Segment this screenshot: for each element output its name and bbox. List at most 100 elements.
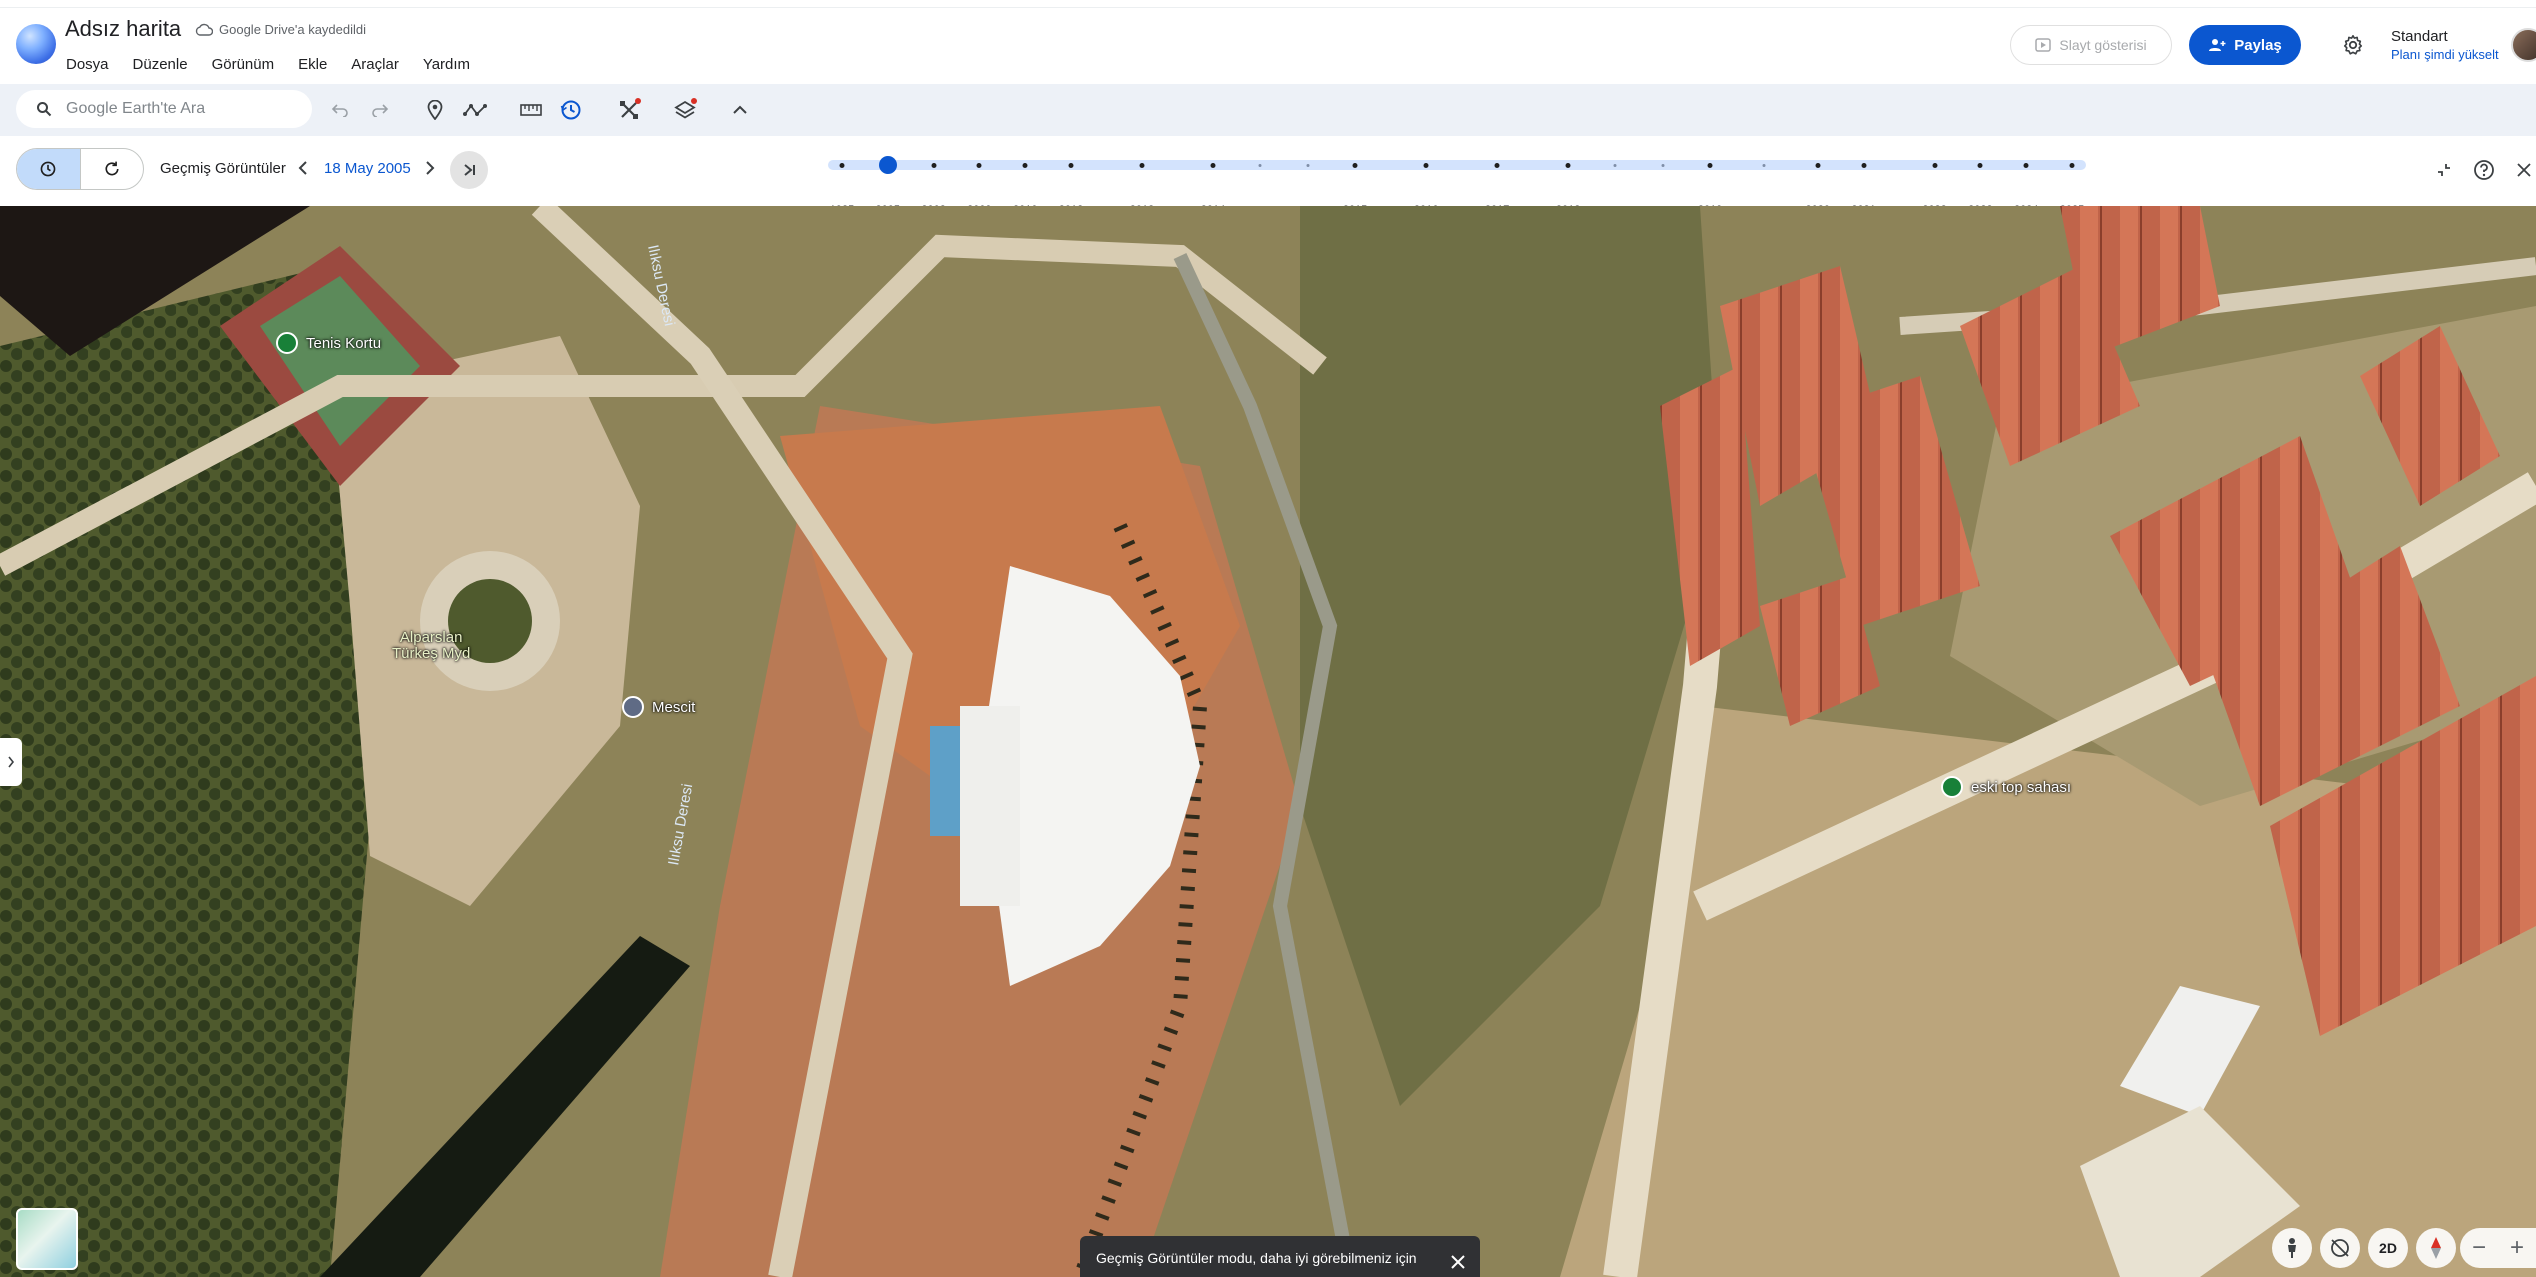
historical-mode-button[interactable] (17, 149, 80, 189)
timeline-year-dot[interactable] (1932, 163, 1938, 168)
search-icon (37, 102, 52, 117)
timeline-year-dot[interactable] (1565, 163, 1571, 168)
plan-info: Standart Planı şimdi yükselt (2391, 28, 2499, 62)
menu-help[interactable]: Yardım (423, 56, 470, 73)
close-icon[interactable] (1450, 1254, 1466, 1270)
imagery-mode-toggle (16, 148, 144, 190)
top-strip (0, 0, 2536, 8)
close-historical-button[interactable] (2512, 158, 2536, 182)
street-view-button[interactable] (2272, 1228, 2312, 1268)
timeline-minor-dot[interactable] (1306, 163, 1310, 167)
search-box (16, 90, 312, 128)
menu-tools[interactable]: Araçlar (351, 56, 399, 73)
historical-imagery-icon[interactable] (557, 96, 585, 124)
help-icon (2474, 160, 2494, 180)
settings-button[interactable] (2338, 30, 2368, 60)
timeline-minor-dot[interactable] (1762, 163, 1766, 167)
menu-bar: Dosya Düzenle Görünüm Ekle Araçlar Yardı… (66, 56, 494, 73)
upgrade-plan-link[interactable]: Planı şimdi yükselt (2391, 47, 2499, 62)
next-date-icon[interactable] (420, 158, 440, 178)
add-person-icon (2209, 39, 2226, 51)
toolbar (0, 84, 2536, 136)
timeline-handle[interactable] (878, 156, 897, 174)
slideshow-button[interactable]: Slayt gösterisi (2010, 25, 2172, 65)
drive-status-text: Google Drive'a kaydedildi (219, 22, 367, 37)
timeline-year-dot[interactable] (1139, 163, 1145, 168)
timeline-year-dot[interactable] (2023, 163, 2029, 168)
previous-date-icon[interactable] (293, 158, 313, 178)
app-header: Adsız harita Google Drive'a kaydedildi D… (0, 0, 2536, 84)
slideshow-icon (2035, 38, 2052, 52)
compass-button[interactable] (2416, 1228, 2456, 1268)
timeline-year-dot[interactable] (1423, 163, 1429, 168)
drive-save-status: Google Drive'a kaydedildi (195, 22, 366, 37)
exit-fullscreen-button[interactable] (2432, 158, 2456, 182)
timeline-minor-dot[interactable] (1613, 163, 1617, 167)
tilt-off-icon (2331, 1239, 2349, 1257)
zoom-in-button[interactable]: + (2510, 1234, 2524, 1262)
tilt-toggle-button[interactable] (2320, 1228, 2360, 1268)
google-earth-window: Adsız harita Google Drive'a kaydedildi D… (0, 0, 2536, 1277)
menu-edit[interactable]: Düzenle (133, 56, 188, 73)
redo-icon[interactable] (366, 96, 394, 124)
timeline-minor-dot[interactable] (1661, 163, 1665, 167)
park-poi[interactable]: Alparslan Türkeş Myd (392, 630, 470, 662)
search-input[interactable] (66, 100, 296, 118)
collapse-icon[interactable] (726, 96, 754, 124)
slideshow-label: Slayt gösterisi (2059, 37, 2147, 53)
timeline-year-dot[interactable] (976, 163, 982, 168)
view-2d-button[interactable]: 2D (2368, 1228, 2408, 1268)
latest-imagery-button[interactable] (450, 151, 488, 189)
timeline-year-dot[interactable] (1977, 163, 1983, 168)
chevron-right-icon (8, 756, 15, 768)
timeline-year-dot[interactable] (1022, 163, 1028, 168)
football-field-poi[interactable]: eski top sahası (1941, 776, 2071, 798)
star-pin-icon (1941, 776, 1963, 798)
pegman-icon (2288, 1238, 2296, 1258)
share-label: Paylaş (2234, 36, 2282, 54)
measure-icon[interactable] (517, 96, 545, 124)
layers-icon[interactable] (671, 96, 699, 124)
timeline-year-dot[interactable] (1815, 163, 1821, 168)
timeline-year-dot[interactable] (1068, 163, 1074, 168)
timeline-minor-dot[interactable] (1258, 163, 1262, 167)
google-earth-logo[interactable] (16, 24, 56, 64)
timeline-year-dot[interactable] (2069, 163, 2075, 168)
plan-name: Standart (2391, 28, 2448, 45)
timeline-year-dot[interactable] (1707, 163, 1713, 168)
timeline-year-dot[interactable] (839, 163, 845, 168)
tennis-court-poi[interactable]: Tenis Kortu (276, 332, 381, 354)
current-imagery-date[interactable]: 18 May 2005 (324, 160, 411, 177)
satellite-map[interactable]: Ilıksu Deresi Ilıksu Deresi Tenis Kortu … (0, 206, 2536, 1277)
add-path-icon[interactable] (461, 96, 489, 124)
zoom-controls: − + (2460, 1228, 2536, 1268)
tools-icon[interactable] (615, 96, 643, 124)
undo-icon[interactable] (326, 96, 354, 124)
refresh-icon (105, 161, 119, 176)
add-placemark-icon[interactable] (421, 96, 449, 124)
help-button[interactable] (2472, 158, 2496, 182)
avatar[interactable] (2511, 28, 2536, 62)
timeline-slider[interactable]: 1985200520082009201020122013201420152016… (828, 156, 2086, 216)
share-button[interactable]: Paylaş (2189, 25, 2301, 65)
historical-mode-toast: Geçmiş Görüntüler modu, daha iyi görebil… (1080, 1236, 1480, 1277)
timeline-year-dot[interactable] (931, 163, 937, 168)
historical-imagery-bar: Geçmiş Görüntüler 18 May 2005 1985200520… (0, 136, 2536, 216)
menu-insert[interactable]: Ekle (298, 56, 327, 73)
mosque-poi[interactable]: Mescit (622, 696, 695, 718)
minimap-thumbnail[interactable] (16, 1208, 78, 1270)
skip-to-end-icon (464, 164, 475, 176)
refresh-mode-button[interactable] (79, 149, 143, 189)
zoom-out-button[interactable]: − (2472, 1234, 2486, 1262)
expand-side-panel-button[interactable] (0, 738, 22, 786)
project-title[interactable]: Adsız harita (65, 16, 181, 42)
poi-label: Alparslan Türkeş Myd (392, 629, 471, 662)
menu-view[interactable]: Görünüm (212, 56, 275, 73)
timeline-year-dot[interactable] (1352, 163, 1358, 168)
timeline-year-dot[interactable] (1861, 163, 1867, 168)
history-icon (41, 161, 56, 177)
menu-file[interactable]: Dosya (66, 56, 109, 73)
timeline-year-dot[interactable] (1494, 163, 1500, 168)
poi-label: Mescit (652, 698, 696, 716)
timeline-year-dot[interactable] (1210, 163, 1216, 168)
